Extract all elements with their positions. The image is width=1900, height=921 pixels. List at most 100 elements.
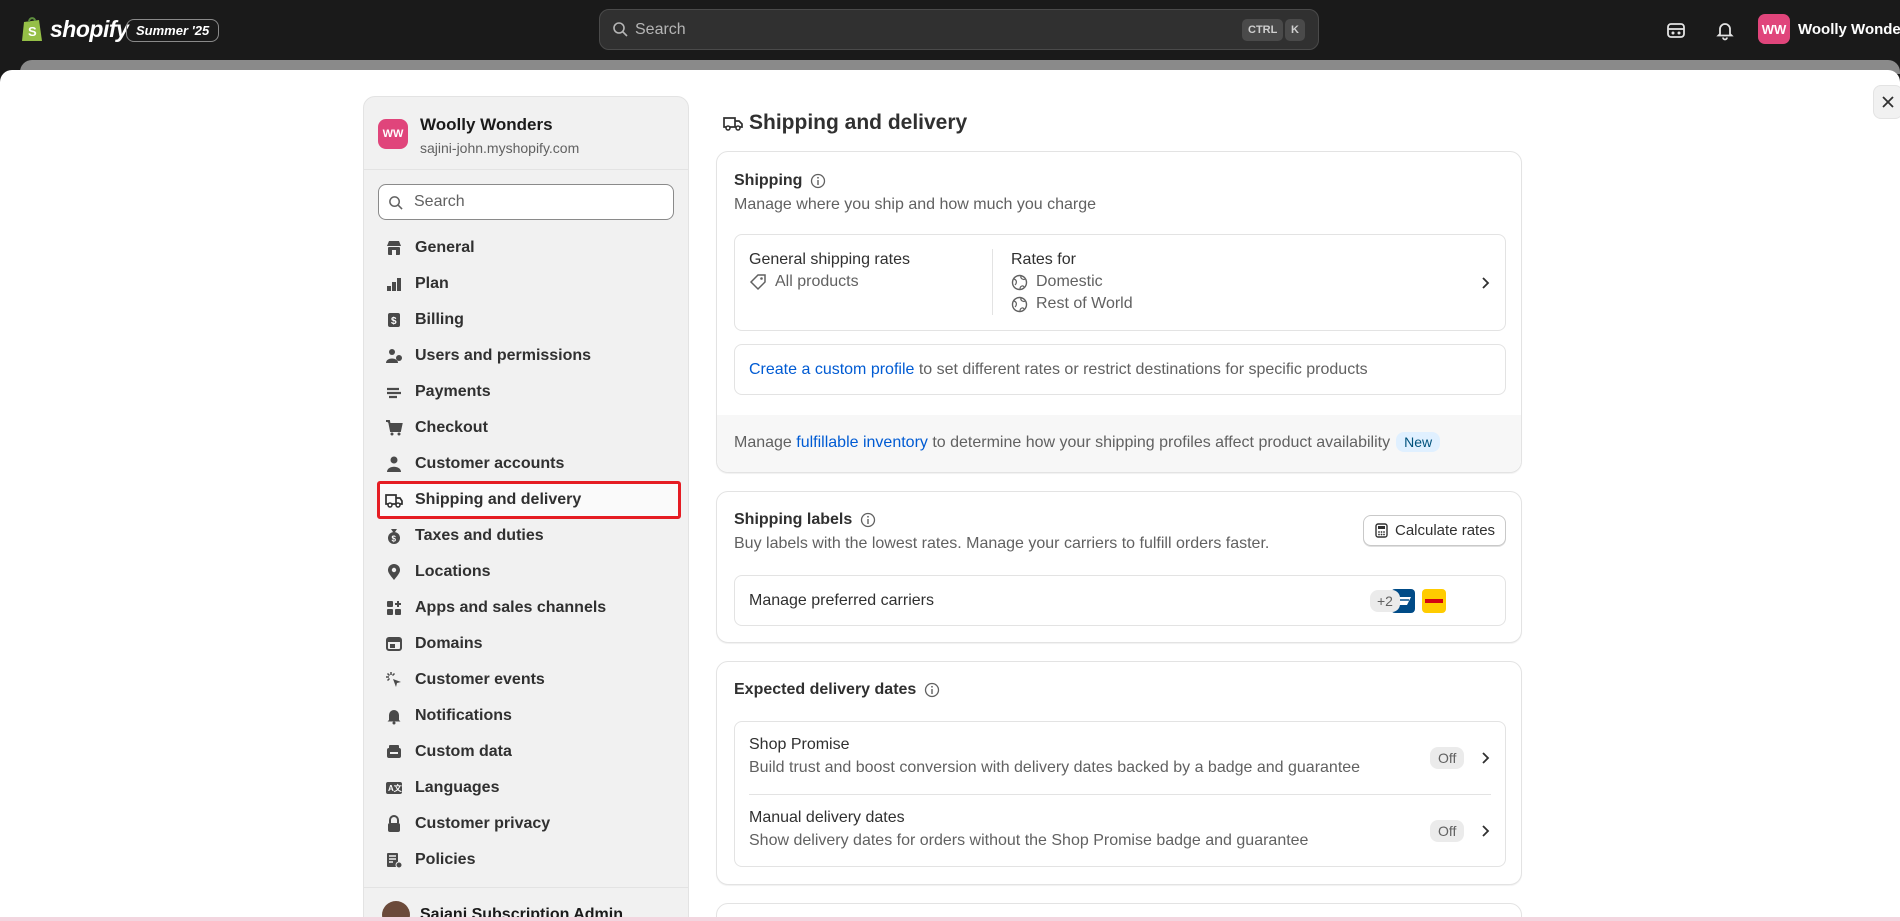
svg-text:$: $	[391, 316, 397, 327]
shop-promise-title: Shop Promise	[749, 736, 850, 753]
rates-for-label: Rates for	[1011, 251, 1076, 268]
shipping-labels-title-text: Shipping labels	[734, 511, 853, 528]
shipping-labels-subtitle: Buy labels with the lowest rates. Manage…	[734, 535, 1270, 552]
shopify-bag-icon: S	[22, 17, 42, 41]
page-title: Shipping and delivery	[723, 111, 967, 135]
shipping-labels-card: Shipping labels Buy labels with the lowe…	[716, 491, 1522, 643]
settings-sidebar: WW Woolly Wonders sajini-john.myshopify.…	[363, 96, 689, 921]
store-switch-icon[interactable]	[1665, 19, 1687, 41]
divider	[992, 249, 993, 315]
inventory-text: Manage fulfillable inventory to determin…	[734, 432, 1441, 452]
status-badge: Off	[1430, 747, 1465, 769]
globe-window-icon	[385, 635, 403, 653]
shopify-logo[interactable]: S shopify	[20, 15, 129, 43]
sidebar-item-apps[interactable]: Apps and sales channels	[378, 590, 680, 626]
location-pin-icon	[385, 563, 403, 581]
custom-profile-text: Create a custom profile to set different…	[749, 361, 1368, 379]
sidebar-item-customer-privacy[interactable]: Customer privacy	[378, 806, 680, 842]
svg-text:S: S	[28, 24, 37, 39]
shipping-subtitle: Manage where you ship and how much you c…	[734, 196, 1096, 213]
user-name: Woolly Wonders	[1798, 20, 1900, 38]
store-header[interactable]: WW Woolly Wonders sajini-john.myshopify.…	[378, 115, 579, 156]
plan-icon	[385, 275, 403, 293]
logo-wordmark: shopify	[50, 15, 129, 42]
fulfillable-inventory-link[interactable]: fulfillable inventory	[796, 434, 928, 451]
sidebar-item-locations[interactable]: Locations	[378, 554, 680, 590]
sidebar-item-customer-events[interactable]: Customer events	[378, 662, 680, 698]
settings-search-input[interactable]: Search	[378, 184, 674, 220]
domestic-text: Domestic	[1036, 273, 1103, 290]
sidebar-item-label: Taxes and duties	[415, 527, 544, 544]
bottom-edge	[0, 917, 1900, 921]
zone-rest-of-world: Rest of World	[1011, 295, 1133, 313]
inventory-description: to determine how your shipping profiles …	[927, 434, 1391, 451]
sidebar-item-label: Locations	[415, 563, 491, 580]
shipping-labels-title: Shipping labels	[734, 511, 876, 529]
sidebar-item-checkout[interactable]: Checkout	[378, 410, 680, 446]
inventory-footer: Manage fulfillable inventory to determin…	[717, 415, 1521, 472]
sidebar-item-plan[interactable]: Plan	[378, 266, 680, 302]
sidebar-item-label: Customer events	[415, 671, 545, 688]
zone-domestic: Domestic	[1011, 273, 1103, 291]
sidebar-item-label: Apps and sales channels	[415, 599, 607, 616]
search-icon	[389, 196, 403, 210]
sidebar-item-users[interactable]: Users and permissions	[378, 338, 680, 374]
delivery-dates-title: Expected delivery dates	[734, 681, 940, 699]
info-icon[interactable]	[810, 173, 826, 189]
shipping-card: Shipping Manage where you ship and how m…	[716, 151, 1522, 473]
apps-icon	[385, 599, 403, 617]
sidebar-item-label: Custom data	[415, 743, 512, 760]
sidebar-item-shipping[interactable]: Shipping and delivery	[377, 481, 681, 519]
global-search[interactable]: Search CTRL K	[599, 9, 1319, 50]
bell-icon[interactable]	[1714, 19, 1736, 41]
bell-icon	[385, 707, 403, 725]
search-icon	[613, 22, 628, 37]
sidebar-item-domains[interactable]: Domains	[378, 626, 680, 662]
custom-profile-row: Create a custom profile to set different…	[734, 344, 1506, 395]
all-products-text: All products	[775, 273, 859, 290]
shop-promise-row[interactable]: Shop Promise Build trust and boost conve…	[735, 722, 1505, 795]
page-title-text: Shipping and delivery	[749, 111, 968, 134]
payments-icon	[385, 383, 403, 401]
sidebar-item-label: Billing	[415, 311, 464, 328]
sidebar-item-label: Users and permissions	[415, 347, 592, 364]
sidebar-item-languages[interactable]: A文 Languages	[378, 770, 680, 806]
cart-icon	[385, 419, 403, 437]
sidebar-item-label: Policies	[415, 851, 476, 868]
sidebar-item-label: Plan	[415, 275, 449, 292]
sidebar-item-customer-accounts[interactable]: Customer accounts	[378, 446, 680, 482]
sidebar-item-custom-data[interactable]: Custom data	[378, 734, 680, 770]
general-shipping-rates-row[interactable]: General shipping rates All products Rate…	[734, 234, 1506, 331]
edition-badge[interactable]: Summer '25	[126, 19, 220, 42]
sidebar-item-payments[interactable]: Payments	[378, 374, 680, 410]
tag-icon	[749, 274, 766, 291]
manual-delivery-row[interactable]: Manual delivery dates Show delivery date…	[735, 795, 1505, 868]
sidebar-item-notifications[interactable]: Notifications	[378, 698, 680, 734]
user-menu[interactable]: WW Woolly Wonders	[1758, 14, 1900, 44]
dhl-logo-icon	[1422, 589, 1446, 613]
sidebar-item-general[interactable]: General	[378, 230, 680, 266]
delivery-options: Shop Promise Build trust and boost conve…	[734, 721, 1506, 867]
divider	[364, 169, 688, 170]
lock-icon	[385, 815, 403, 833]
create-custom-profile-link[interactable]: Create a custom profile	[749, 361, 914, 378]
top-bar: S shopify Summer '25 Search CTRL K WW Wo…	[0, 0, 1900, 58]
close-settings-button[interactable]	[1873, 85, 1900, 119]
chevron-right-icon	[1482, 752, 1490, 764]
calculate-rates-button[interactable]: Calculate rates	[1363, 515, 1507, 546]
translate-icon: A文	[385, 779, 403, 797]
settings-nav: General Plan $ Billing Users and permiss…	[377, 230, 681, 878]
svg-text:A文: A文	[388, 783, 403, 793]
sidebar-item-policies[interactable]: Policies	[378, 842, 680, 878]
preferred-carriers-row[interactable]: Manage preferred carriers +2	[734, 575, 1506, 626]
info-icon[interactable]	[924, 682, 940, 698]
info-icon[interactable]	[860, 512, 876, 528]
sidebar-item-billing[interactable]: $ Billing	[378, 302, 680, 338]
sidebar-item-label: Payments	[415, 383, 491, 400]
store-name: Woolly Wonders	[420, 115, 553, 134]
sidebar-item-taxes[interactable]: $ Taxes and duties	[378, 518, 680, 554]
general-rates-label: General shipping rates	[749, 251, 910, 268]
store-icon	[385, 239, 403, 257]
shop-promise-description: Build trust and boost conversion with de…	[749, 759, 1361, 776]
chevron-right-icon	[1482, 277, 1490, 289]
